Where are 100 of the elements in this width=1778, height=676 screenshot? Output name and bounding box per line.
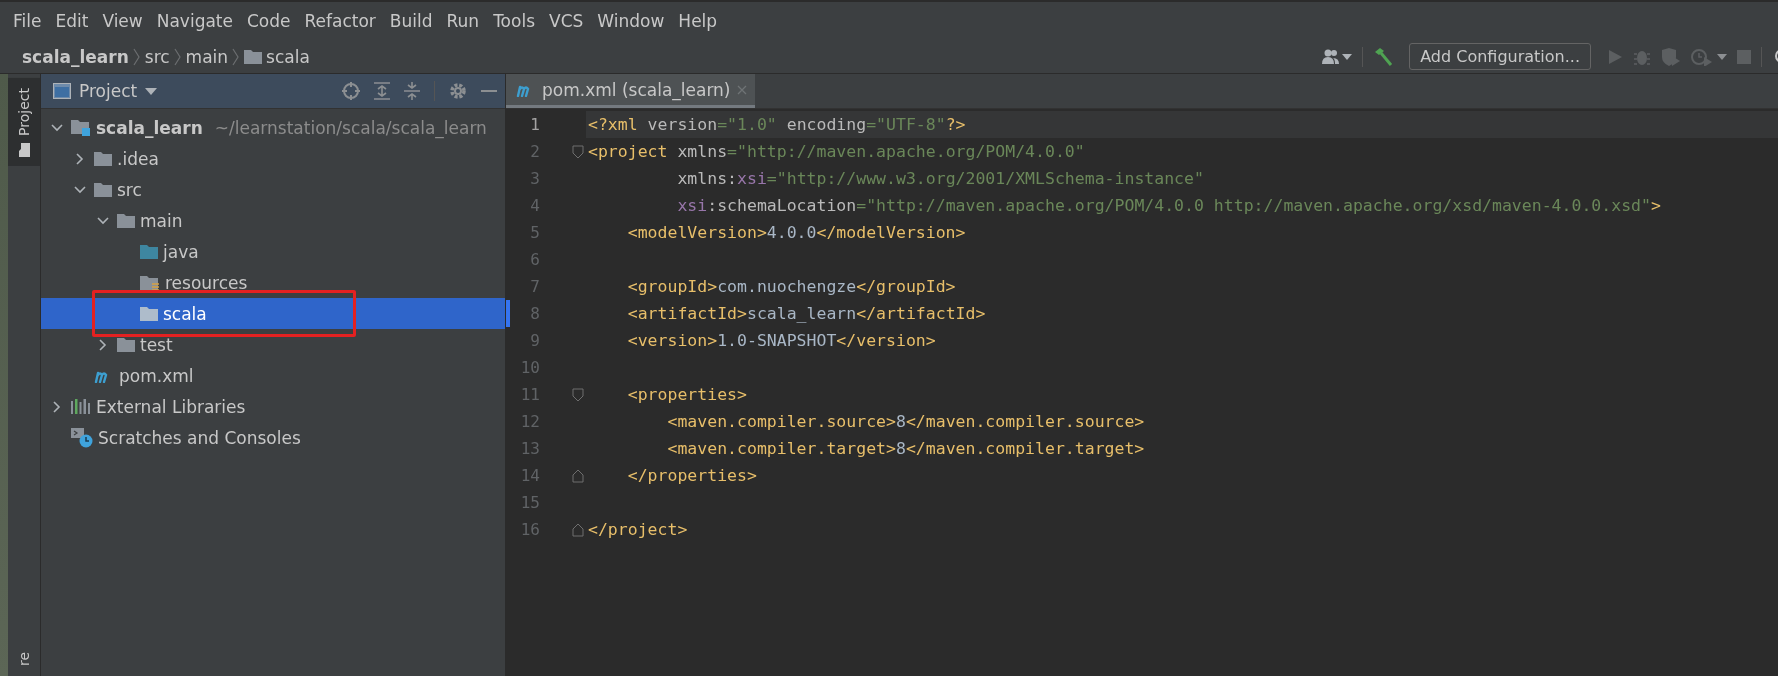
line-number: 7	[529, 276, 540, 298]
breadcrumb-item[interactable]: scala	[266, 46, 310, 67]
side-tab[interactable]: Project	[8, 78, 40, 166]
tree-item[interactable]: test	[41, 329, 505, 360]
line-number: 2	[529, 141, 540, 163]
tree-item-label: java	[163, 241, 199, 262]
line-number: 3	[529, 168, 540, 190]
tree-item[interactable]: .idea	[41, 143, 505, 174]
source-folder-icon	[140, 244, 158, 259]
tree-item-label: resources	[165, 272, 248, 293]
stop-icon[interactable]	[1737, 49, 1751, 64]
breadcrumb-item[interactable]: main	[185, 46, 229, 67]
chevron-right-icon	[97, 338, 109, 351]
collapse-all-icon[interactable]	[404, 82, 420, 100]
users-icon	[1322, 48, 1341, 65]
code-line: <properties>	[626, 384, 748, 406]
line-number: 1	[529, 114, 540, 136]
caret-icon	[1717, 53, 1727, 60]
code-line: xmlns:xsi="http://www.w3.org/2001/XMLSchema-instance"	[676, 168, 1205, 190]
coverage-icon[interactable]	[1661, 47, 1681, 66]
breadcrumb-separator-icon	[173, 47, 182, 66]
run-icon[interactable]	[1607, 48, 1623, 65]
tree-item-label: .idea	[117, 148, 159, 169]
code-line: <modelVersion>4.0.0</modelVersion>	[626, 222, 967, 244]
menu-item[interactable]: Refactor	[299, 9, 381, 33]
caret-icon	[1342, 53, 1353, 60]
menu-item[interactable]: Help	[673, 9, 723, 33]
menu-item[interactable]: VCS	[544, 9, 589, 33]
menu-item[interactable]: Run	[441, 9, 485, 33]
close-icon[interactable]	[736, 84, 747, 95]
code-line: </project>	[587, 519, 689, 541]
folder-icon	[18, 142, 30, 157]
fold-end-icon	[572, 522, 584, 537]
line-number: 8	[529, 303, 540, 325]
add-configuration-button[interactable]: Add Configuration...	[1409, 43, 1591, 70]
menu-item[interactable]: View	[97, 9, 148, 33]
tree-item[interactable]: src	[41, 174, 505, 205]
tree-item[interactable]: Scratches and Consoles	[41, 422, 505, 453]
tree-item-label: pom.xml	[119, 365, 194, 386]
line-number: 5	[529, 222, 540, 244]
breadcrumb-separator-icon	[232, 47, 241, 66]
code-line: <project xmlns="http://maven.apache.org/POM/4.0.0"	[587, 141, 1086, 163]
menu-item[interactable]: Code	[242, 9, 296, 33]
tree-item-label: External Libraries	[96, 396, 246, 417]
minimize-icon[interactable]	[481, 89, 497, 93]
line-number: 16	[519, 519, 540, 541]
panel-title[interactable]: Project	[79, 81, 138, 101]
menu-item[interactable]: Build	[384, 9, 438, 33]
folder-icon	[117, 337, 135, 352]
tree-item[interactable]: main	[41, 205, 505, 236]
menu-item[interactable]: Edit	[50, 9, 94, 33]
tree-item-label: scala	[163, 303, 207, 324]
menu-item[interactable]: Tools	[488, 9, 540, 33]
libraries-icon	[71, 398, 91, 415]
line-number: 9	[529, 330, 540, 352]
breadcrumb-item[interactable]: src	[144, 46, 170, 67]
menu-item[interactable]: Window	[592, 9, 670, 33]
tree-item[interactable]: java	[41, 236, 505, 267]
caret-icon	[145, 87, 158, 95]
resources-folder-icon	[140, 274, 160, 291]
code-line: <artifactId>scala_learn</artifactId>	[626, 303, 987, 325]
side-tab[interactable]: re	[8, 641, 40, 676]
line-number: 10	[519, 357, 540, 379]
fold-end-icon	[572, 468, 584, 483]
tree-item-label: Scratches and Consoles	[98, 427, 301, 448]
line-number: 11	[519, 384, 540, 406]
tree-item[interactable]: resources	[41, 267, 505, 298]
line-number: 12	[519, 411, 540, 433]
editor-tab[interactable]: pom.xml (scala_learn)	[506, 74, 755, 108]
chevron-right-icon	[51, 400, 63, 413]
tree-item[interactable]: pom.xml	[41, 360, 505, 391]
chevron-down-icon	[51, 121, 63, 134]
menu-item[interactable]: File	[8, 9, 47, 33]
tree-item-label: test	[140, 334, 173, 355]
expand-all-icon[interactable]	[374, 82, 390, 100]
settings-icon[interactable]	[449, 82, 467, 100]
breadcrumb-item[interactable]: scala_learn	[22, 46, 129, 67]
module-icon	[71, 119, 91, 136]
fold-start-icon	[572, 387, 584, 402]
hammer-icon[interactable]	[1373, 46, 1394, 67]
code-line: <maven.compiler.source>8</maven.compiler.source>	[666, 411, 1146, 433]
chevron-right-icon	[74, 152, 86, 165]
tree-item[interactable]: scala	[41, 298, 505, 329]
folder-icon	[117, 213, 135, 228]
code-line: <version>1.0-SNAPSHOT</version>	[626, 330, 937, 352]
tree-item[interactable]: External Libraries	[41, 391, 505, 422]
code-line: <maven.compiler.target>8</maven.compiler.target>	[666, 438, 1146, 460]
menu-item[interactable]: Navigate	[151, 9, 238, 33]
locate-icon[interactable]	[342, 82, 360, 100]
tree-item[interactable]: scala_learn ~/learnstation/scala/scala_learn	[41, 112, 505, 143]
line-number: 13	[519, 438, 540, 460]
line-number: 4	[529, 195, 540, 217]
chevron-down-icon	[97, 214, 109, 227]
folder-icon	[140, 306, 158, 321]
profiler-icon[interactable]	[1691, 47, 1713, 66]
tree-item-label: scala_learn	[96, 117, 203, 138]
breadcrumb-separator-icon	[132, 47, 141, 66]
folder-icon	[244, 49, 263, 64]
line-number: 6	[529, 249, 540, 271]
folder-icon	[94, 182, 112, 197]
